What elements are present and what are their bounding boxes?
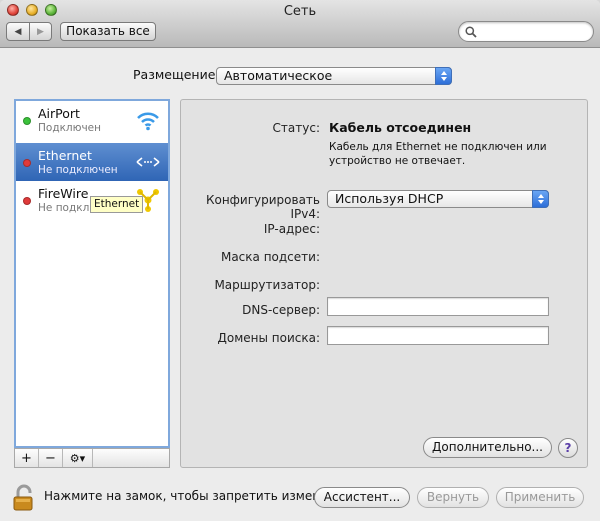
location-label: Размещение: — [133, 67, 220, 82]
revert-button[interactable]: Вернуть — [417, 487, 489, 508]
location-value: Автоматическое — [224, 68, 333, 83]
services-list-controls: + − ⚙▾ — [14, 448, 170, 468]
subnet-mask-label: Маска подсети: — [220, 250, 320, 264]
search-input[interactable] — [458, 21, 594, 42]
service-status: Не подкл — [38, 202, 90, 214]
service-name: FireWire — [38, 186, 89, 201]
search-domains-field[interactable] — [327, 326, 549, 345]
chevron-right-icon: ▶ — [37, 26, 44, 37]
chevron-left-icon: ◀ — [14, 26, 22, 37]
wifi-icon — [134, 106, 162, 134]
service-item-ethernet[interactable]: Ethernet Не подключен — [16, 143, 168, 181]
ipv4-config-popup[interactable]: Используя DHCP — [327, 190, 549, 208]
gear-icon: ⚙▾ — [69, 451, 86, 465]
status-dot-red — [23, 197, 31, 205]
apply-button[interactable]: Применить — [496, 487, 584, 508]
show-all-button[interactable]: Показать все — [60, 22, 156, 41]
network-preferences-window: Сеть ◀ ▶ Показать все Размещение: Автома… — [0, 0, 600, 521]
search-icon — [465, 26, 477, 38]
title-bar: Сеть ◀ ▶ Показать все — [0, 0, 600, 48]
router-label: Маршрутизатор: — [214, 278, 320, 292]
popup-arrows-icon — [435, 67, 452, 85]
assistant-button[interactable]: Ассистент... — [314, 487, 410, 508]
service-item-airport[interactable]: AirPort Подключен — [16, 101, 168, 139]
back-button[interactable]: ◀ — [7, 23, 29, 40]
popup-arrows-icon — [532, 190, 549, 208]
tooltip: Ethernet — [90, 196, 144, 213]
lock-icon — [13, 484, 33, 511]
advanced-button[interactable]: Дополнительно... — [423, 437, 552, 458]
dns-server-label: DNS-сервер: — [242, 303, 320, 317]
ipv4-label: Конфигурировать IPv4: — [205, 193, 320, 221]
forward-button[interactable]: ▶ — [29, 23, 51, 40]
location-popup[interactable]: Автоматическое — [216, 67, 452, 85]
lock-hint-text: Нажмите на замок, чтобы запретить измене… — [44, 489, 355, 503]
help-button[interactable]: ? — [558, 438, 578, 458]
status-description: Кабель для Ethernet не подключен или уст… — [329, 141, 547, 167]
ethernet-icon — [134, 148, 162, 176]
lock-button[interactable] — [12, 484, 38, 515]
ip-address-label: IP-адрес: — [263, 222, 320, 236]
dns-server-field[interactable] — [327, 297, 549, 316]
service-name: Ethernet — [38, 148, 92, 163]
services-list: AirPort Подключен Ethernet Не подключен — [14, 99, 170, 448]
status-value: Кабель отсоединен — [329, 120, 472, 135]
status-dot-green — [23, 117, 31, 125]
navigation-buttons: ◀ ▶ — [6, 22, 52, 41]
service-status: Не подключен — [38, 164, 118, 176]
window-title: Сеть — [283, 4, 317, 19]
gear-menu-button[interactable]: ⚙▾ — [63, 449, 93, 467]
remove-service-button[interactable]: − — [39, 449, 63, 467]
status-dot-red — [23, 159, 31, 167]
service-name: AirPort — [38, 106, 80, 121]
add-service-button[interactable]: + — [15, 449, 39, 467]
ipv4-config-value: Используя DHCP — [335, 191, 444, 206]
status-label: Статус: — [272, 121, 320, 135]
service-status: Подключен — [38, 122, 101, 134]
search-domains-label: Домены поиска: — [217, 331, 320, 345]
